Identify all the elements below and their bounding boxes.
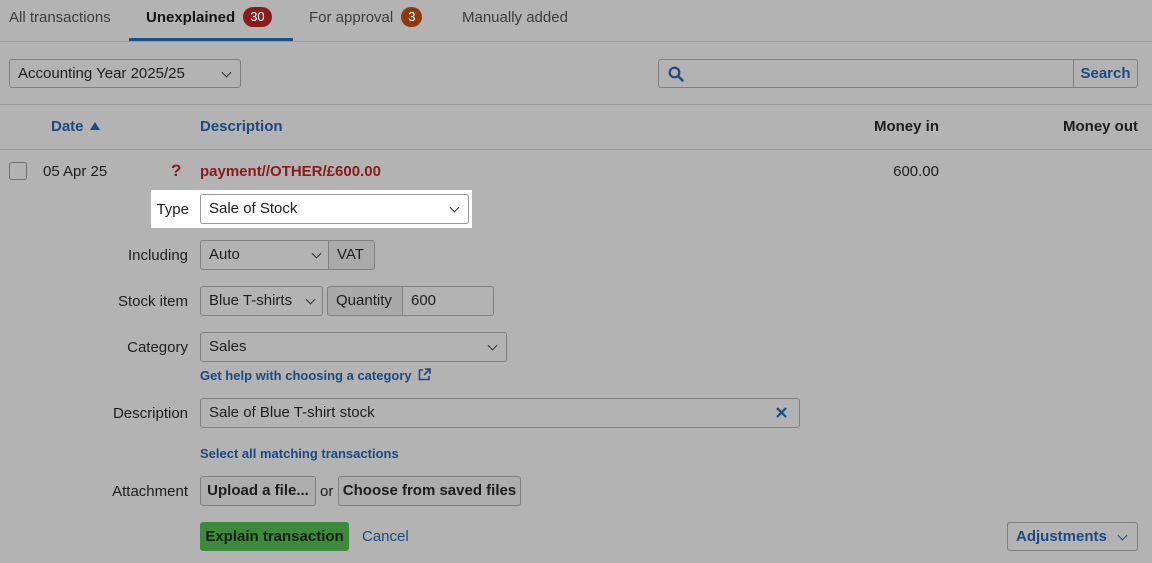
quantity-addon: Quantity [327,286,403,316]
category-value: Sales [209,338,247,355]
row-checkbox[interactable] [9,162,27,180]
clear-icon[interactable] [776,407,787,418]
search-icon [668,66,684,82]
including-label: Including [127,247,188,264]
tab-label: Unexplained [146,9,236,26]
stock-item-label: Stock item [117,293,188,310]
accounting-year-select[interactable]: Accounting Year 2025/25 [9,59,241,88]
adjustments-button[interactable]: Adjustments [1007,522,1138,551]
tab-manually-added[interactable]: Manually added [462,0,568,42]
stock-item-value: Blue T-shirts [209,292,293,309]
tab-for-approval[interactable]: For approval 3 [309,0,423,42]
quantity-label: Quantity [336,292,392,309]
active-tab-indicator [129,38,293,41]
tab-all-transactions[interactable]: All transactions [9,0,111,42]
divider [0,149,1152,150]
attachment-label: Attachment [112,483,188,500]
chevron-down-icon [449,202,460,213]
quantity-value: 600 [411,292,437,309]
tab-label: For approval [309,9,394,26]
column-header-money-in: Money in [873,118,939,135]
stock-item-select[interactable]: Blue T-shirts [200,286,323,316]
category-help-link-label: Get help with choosing a category [200,368,412,383]
count-badge: 3 [401,7,423,27]
tab-unexplained[interactable]: Unexplained 30 [146,0,272,42]
divider [0,104,1152,105]
chevron-down-icon [305,294,316,305]
chevron-down-icon [311,248,322,259]
cancel-link[interactable]: Cancel [362,528,409,545]
accounting-year-value: Accounting Year 2025/25 [18,65,185,82]
type-value: Sale of Stock [209,200,298,217]
transaction-date: 05 Apr 25 [43,163,108,180]
chevron-down-icon [1117,530,1128,541]
description-label: Description [112,405,188,422]
or-text: or [320,483,334,500]
chevron-down-icon [221,67,232,78]
adjustments-label: Adjustments [1016,528,1107,545]
vat-label: VAT [337,246,364,263]
type-label: Type [156,201,189,218]
search-input[interactable] [658,59,1074,88]
upload-file-button[interactable]: Upload a file... [200,476,316,506]
category-select[interactable]: Sales [200,332,507,362]
chevron-down-icon [487,340,498,351]
including-value: Auto [209,246,240,263]
description-field[interactable]: Sale of Blue T-shirt stock [200,398,800,428]
transaction-description[interactable]: payment//OTHER/£600.00 [200,163,381,180]
external-link-icon [418,368,432,381]
vat-addon: VAT [328,240,375,270]
tab-label: All transactions [9,9,111,26]
type-select[interactable]: Sale of Stock [200,194,469,224]
tab-label: Manually added [462,9,568,26]
search-button[interactable]: Search [1073,59,1138,88]
column-header-date-label: Date [51,118,84,135]
quantity-field[interactable]: 600 [402,286,494,316]
unexplained-status-icon: ? [171,161,182,180]
money-in-value: 600.00 [893,163,939,180]
description-value: Sale of Blue T-shirt stock [209,404,375,421]
sort-ascending-icon [89,122,100,130]
transaction-tabs: All transactions Unexplained 30 For appro… [0,0,1152,42]
category-help-link[interactable]: Get help with choosing a category [200,368,432,383]
choose-saved-files-button[interactable]: Choose from saved files [338,476,521,506]
category-label: Category [127,339,188,356]
column-header-date[interactable]: Date [51,118,100,135]
count-badge: 30 [243,7,272,27]
explain-transaction-button[interactable]: Explain transaction [200,522,349,551]
column-header-description[interactable]: Description [200,118,283,135]
including-select[interactable]: Auto [200,240,329,270]
column-header-money-out: Money out [1063,118,1138,135]
select-matching-link[interactable]: Select all matching transactions [200,446,399,461]
